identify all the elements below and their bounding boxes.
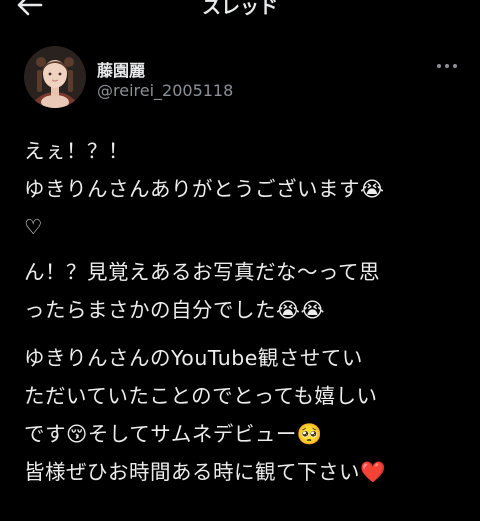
more-options-button[interactable]	[434, 58, 460, 74]
thread-header: スレッド	[0, 0, 480, 22]
tweet-paragraph: ゆきりんさんのYouTube観させてい ただいていたことのでとっても嬉しい です…	[24, 346, 387, 484]
more-dots-icon	[437, 64, 457, 68]
user-handle[interactable]: @reirei_2005118	[97, 81, 233, 100]
avatar[interactable]	[24, 46, 86, 108]
tweet-paragraph: えぇ！？！ ゆきりんさんありがとうございます😭 ♡	[24, 139, 385, 239]
page-title: スレッド	[201, 0, 278, 18]
display-name[interactable]: 藤園麗	[97, 57, 145, 81]
tweet-text: えぇ！？！ ゆきりんさんありがとうございます😭 ♡ ん！？見覚えあるお写真だな〜…	[24, 132, 464, 501]
profile-photo	[24, 46, 86, 108]
tweet-paragraph: ん！？見覚えあるお写真だな〜って思 ったらまさかの自分でした😭😭	[24, 260, 380, 322]
